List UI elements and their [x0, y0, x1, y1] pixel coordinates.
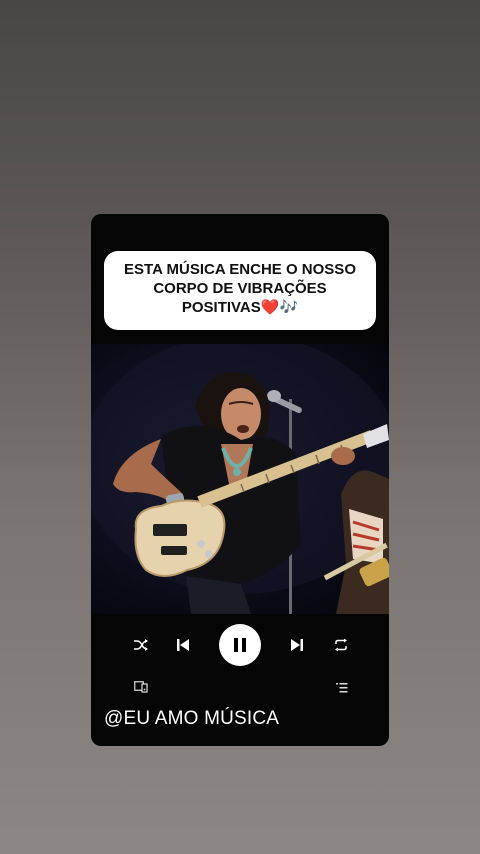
queue-icon[interactable] [334, 679, 350, 695]
repeat-icon[interactable] [331, 635, 351, 655]
caption-line-3-text: POSITIVAS [181, 299, 261, 316]
pause-icon [234, 638, 246, 652]
pause-button[interactable] [219, 624, 261, 666]
caption-line-2: CORPO DE VIBRAÇÕES [153, 280, 327, 297]
music-post-card: ESTA MÚSICA ENCHE O NOSSO CORPO DE VIBRA… [91, 214, 389, 746]
screen-background: { "caption": { "line1": "ESTA MÚSICA ENC… [0, 0, 480, 854]
connect-device-icon[interactable] [133, 679, 149, 695]
next-track-icon[interactable] [287, 635, 307, 655]
shuffle-icon[interactable] [131, 635, 151, 655]
caption-bubble: ESTA MÚSICA ENCHE O NOSSO CORPO DE VIBRA… [104, 251, 376, 330]
channel-handle: @EU AMO MÚSICA [104, 708, 280, 729]
video-frame[interactable] [91, 344, 389, 614]
player-secondary-row [91, 676, 389, 698]
heart-music-emoji: ❤️🎶 [260, 299, 299, 316]
caption-line-3: POSITIVAS❤️🎶 [114, 298, 366, 317]
previous-track-icon[interactable] [173, 635, 193, 655]
concert-performer-image [91, 344, 389, 614]
player-controls [91, 614, 389, 676]
caption-line-1: ESTA MÚSICA ENCHE O NOSSO [124, 261, 356, 278]
